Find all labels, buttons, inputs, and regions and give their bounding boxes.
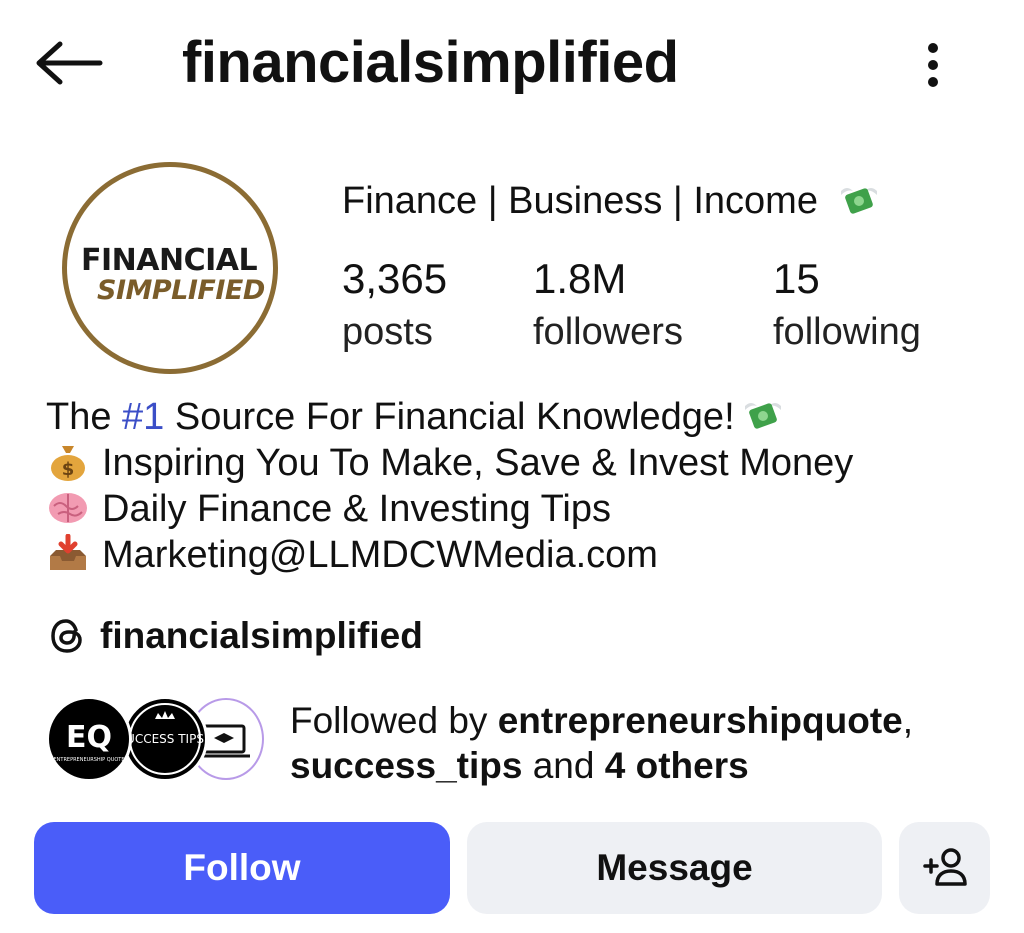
brain-icon — [49, 493, 87, 523]
mutual-followers[interactable]: UCCESS TIPS EQ ENTREPRENEURSHIP QUOTE Fo… — [46, 694, 1006, 790]
stat-following-value: 15 — [773, 255, 820, 302]
mutual-prefix: Followed by — [290, 700, 498, 741]
stat-following[interactable]: 15 following — [773, 253, 921, 359]
profile-username: financialsimplified — [182, 30, 679, 95]
mutual-name-1: entrepreneurshipquote — [497, 700, 903, 741]
stat-followers[interactable]: 1.8M followers — [533, 253, 683, 359]
stat-following-label: following — [773, 311, 921, 353]
svg-text:$: $ — [62, 459, 75, 480]
money-bag-icon: $ — [51, 446, 85, 481]
follow-button[interactable]: Follow — [34, 822, 450, 914]
stat-followers-value: 1.8M — [533, 255, 627, 302]
message-button[interactable]: Message — [467, 822, 882, 914]
mutual-middle: and — [522, 745, 605, 786]
display-name-text: Finance | Business | Income — [342, 180, 818, 222]
stat-followers-label: followers — [533, 311, 683, 353]
top-bar: financialsimplified — [0, 0, 1024, 125]
mutual-sep: , — [902, 700, 913, 741]
eq-logo-icon: EQ ENTREPRENEURSHIP QUOTE — [53, 720, 124, 763]
avatar2-text: UCCESS TIPS — [126, 732, 204, 746]
threads-icon — [51, 619, 82, 653]
threads-handle: financialsimplified — [100, 615, 423, 656]
bio-line1-post: Source For Financial Knowledge! — [164, 396, 735, 438]
avatar-logo-line2: SIMPLIFIED — [97, 275, 265, 306]
bio-hashtag-link[interactable]: #1 — [122, 396, 164, 438]
mutual-name-2: success_tips — [290, 745, 523, 786]
crown-icon: UCCESS TIPS — [126, 703, 204, 775]
bio-email-link[interactable]: Marketing@LLMDCWMedia.com — [102, 534, 658, 576]
money-with-wings-icon — [840, 188, 877, 214]
mutual-avatar-2[interactable]: UCCESS TIPS — [122, 696, 208, 782]
bio-line1-pre: The — [46, 396, 123, 438]
add-person-button[interactable] — [899, 822, 990, 914]
add-person-icon — [922, 848, 967, 886]
bio-line-3: Daily Finance & Investing Tips — [46, 486, 853, 532]
bio-line-1: The #1 Source For Financial Knowledge! — [46, 394, 853, 440]
arrow-left-icon[interactable] — [34, 40, 104, 86]
stat-posts-value: 3,365 — [342, 255, 448, 302]
profile-display-name: Finance | Business | Income — [342, 180, 881, 223]
mutual-others: 4 others — [604, 745, 749, 786]
money-with-wings-icon — [744, 403, 781, 429]
profile-avatar[interactable]: FINANCIAL SIMPLIFIED — [62, 162, 278, 374]
bio-line-2: $ Inspiring You To Make, Save & Invest M… — [46, 440, 853, 486]
bio-line-4: Marketing@LLMDCWMedia.com — [46, 532, 853, 578]
bio-line2-text: Inspiring You To Make, Save & Invest Mon… — [102, 442, 854, 484]
vertical-dots-icon[interactable] — [915, 38, 951, 92]
threads-link[interactable]: financialsimplified — [46, 612, 423, 660]
avatar-logo-line1: FINANCIAL — [81, 243, 258, 278]
stat-posts[interactable]: 3,365 posts — [342, 253, 447, 359]
bio-line3-text: Daily Finance & Investing Tips — [102, 488, 612, 530]
stat-posts-label: posts — [342, 311, 433, 353]
mutual-followers-text[interactable]: Followed by entrepreneurshipquote, succes… — [290, 698, 913, 788]
inbox-tray-icon — [50, 534, 86, 570]
profile-bio: The #1 Source For Financial Knowledge! $… — [46, 394, 853, 578]
avatar1-text: ENTREPRENEURSHIP QUOTE — [53, 757, 124, 763]
svg-text:EQ: EQ — [66, 720, 112, 755]
mutual-avatar-1[interactable]: EQ ENTREPRENEURSHIP QUOTE — [46, 696, 132, 782]
